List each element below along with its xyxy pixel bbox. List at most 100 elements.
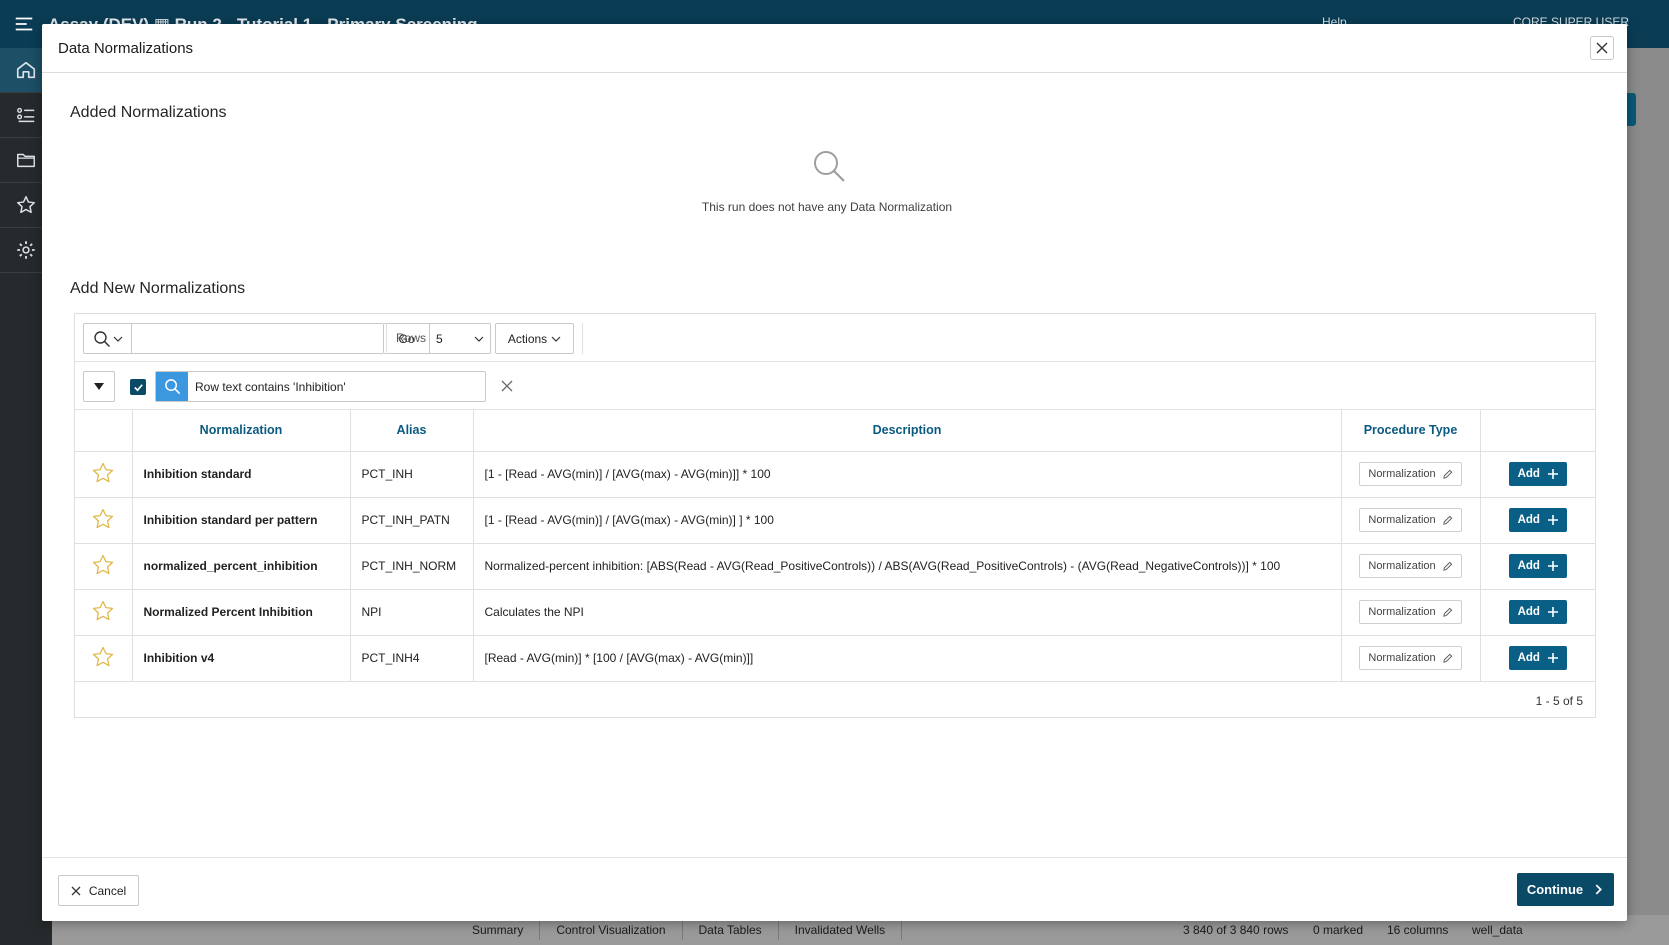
add-normalization-button[interactable]: Add bbox=[1508, 508, 1567, 532]
status-tab-data-tables[interactable]: Data Tables bbox=[683, 920, 779, 940]
normalization-description: Calculates the NPI bbox=[473, 589, 1342, 636]
column-header-description[interactable]: Description bbox=[473, 410, 1342, 452]
home-icon bbox=[16, 61, 36, 79]
filter-chip[interactable]: Row text contains 'Inhibition' bbox=[155, 371, 486, 402]
background-content bbox=[1627, 48, 1669, 918]
pencil-icon bbox=[1442, 469, 1452, 479]
star-icon bbox=[17, 196, 35, 214]
status-tab-control-visualization[interactable]: Control Visualization bbox=[540, 920, 683, 940]
cancel-button[interactable]: Cancel bbox=[58, 875, 139, 906]
normalization-description: [1 - [Read - AVG(min)] / [AVG(max) - AVG… bbox=[473, 497, 1342, 544]
procedure-type-cell: Normalization bbox=[1341, 635, 1481, 682]
collapse-filters-button[interactable] bbox=[83, 371, 115, 402]
add-normalization-button[interactable]: Add bbox=[1508, 462, 1567, 486]
status-tab-summary[interactable]: Summary bbox=[456, 920, 541, 940]
gear-icon bbox=[17, 241, 35, 259]
normalization-alias: PCT_INH_PATN bbox=[350, 497, 474, 544]
star-icon bbox=[93, 462, 114, 482]
procedure-type-cell: Normalization bbox=[1341, 543, 1481, 590]
add-label: Add bbox=[1517, 468, 1540, 480]
normalization-alias: PCT_INH_NORM bbox=[350, 543, 474, 590]
chevron-down-icon bbox=[551, 334, 561, 344]
procedure-type-label: Normalization bbox=[1368, 606, 1436, 618]
search-icon bbox=[164, 379, 180, 395]
column-header-procedure-type[interactable]: Procedure Type bbox=[1341, 410, 1481, 452]
dialog-header: Data Normalizations bbox=[42, 24, 1627, 73]
table-header-row: Normalization Alias Description Procedur… bbox=[75, 410, 1595, 452]
table-row: Inhibition standard PCT_INH [1 - [Read - A… bbox=[75, 451, 1595, 498]
procedure-type-button[interactable]: Normalization bbox=[1359, 600, 1462, 624]
pagination-info: 1 - 5 of 5 bbox=[1535, 694, 1583, 708]
add-normalization-button[interactable]: Add bbox=[1508, 646, 1567, 670]
table-row: Normalized Percent Inhibition NPI Calculat… bbox=[75, 589, 1595, 636]
procedure-type-button[interactable]: Normalization bbox=[1359, 462, 1462, 486]
favorite-toggle[interactable] bbox=[75, 543, 133, 590]
filter-bar: Row text contains 'Inhibition' bbox=[75, 362, 1595, 410]
filter-search-icon-box bbox=[156, 372, 188, 401]
procedure-type-button[interactable]: Normalization bbox=[1359, 646, 1462, 670]
normalization-name: Inhibition v4 bbox=[132, 635, 351, 682]
procedure-type-button[interactable]: Normalization bbox=[1359, 554, 1462, 578]
close-icon bbox=[501, 380, 513, 392]
column-header-alias[interactable]: Alias bbox=[350, 410, 474, 452]
dialog-title: Data Normalizations bbox=[58, 40, 194, 57]
status-tab-invalidated-wells[interactable]: Invalidated Wells bbox=[779, 920, 903, 940]
column-header-normalization[interactable]: Normalization bbox=[132, 410, 351, 452]
pencil-icon bbox=[1442, 515, 1452, 525]
actions-label: Actions bbox=[507, 331, 548, 346]
star-icon bbox=[93, 600, 114, 620]
procedure-type-label: Normalization bbox=[1368, 514, 1436, 526]
actions-menu-button[interactable]: Actions bbox=[495, 323, 574, 354]
filter-enabled-checkbox[interactable] bbox=[130, 379, 146, 395]
continue-button[interactable]: Continue bbox=[1517, 873, 1614, 906]
favorite-toggle[interactable] bbox=[75, 497, 133, 544]
folder-icon bbox=[17, 153, 35, 168]
add-cell: Add bbox=[1480, 543, 1595, 590]
plus-icon bbox=[1547, 515, 1558, 525]
normalization-alias: PCT_INH bbox=[350, 451, 474, 498]
list-icon bbox=[17, 107, 35, 123]
chevron-down-icon bbox=[474, 334, 484, 344]
add-normalization-button[interactable]: Add bbox=[1508, 554, 1567, 578]
report-toolbar: Go Rows 5 Actions bbox=[75, 314, 1595, 362]
empty-message: This run does not have any Data Normaliz… bbox=[701, 200, 953, 214]
search-icon bbox=[814, 151, 845, 182]
star-icon bbox=[93, 554, 114, 574]
plus-icon bbox=[1547, 561, 1558, 571]
normalization-name: Normalized Percent Inhibition bbox=[132, 589, 351, 636]
add-cell: Add bbox=[1480, 589, 1595, 636]
data-normalizations-dialog: Data Normalizations Added Normalizations… bbox=[42, 24, 1627, 921]
rows-label: Rows bbox=[396, 331, 427, 345]
table-body: Inhibition standard PCT_INH [1 - [Read - A… bbox=[75, 451, 1595, 682]
added-normalizations-title: Added Normalizations bbox=[70, 104, 227, 121]
add-cell: Add bbox=[1480, 497, 1595, 544]
search-icon bbox=[93, 330, 110, 347]
normalizations-table: Normalization Alias Description Procedur… bbox=[75, 410, 1595, 682]
pencil-icon bbox=[1442, 561, 1452, 571]
checkmark-icon bbox=[133, 383, 143, 391]
favorite-toggle[interactable] bbox=[75, 451, 133, 498]
dialog-close-button[interactable] bbox=[1590, 36, 1614, 60]
add-label: Add bbox=[1517, 514, 1540, 526]
remove-filter-button[interactable] bbox=[499, 378, 515, 394]
plus-icon bbox=[1547, 607, 1558, 617]
menu-button[interactable] bbox=[0, 0, 48, 48]
normalization-description: [Read - AVG(min)] * [100 / [AVG(max) - A… bbox=[473, 635, 1342, 682]
normalization-name: Inhibition standard per pattern bbox=[132, 497, 351, 544]
table-row: normalized_percent_inhibition PCT_INH_NOR… bbox=[75, 543, 1595, 590]
normalization-name: normalized_percent_inhibition bbox=[132, 543, 351, 590]
close-icon bbox=[1596, 42, 1608, 54]
table-row: Inhibition v4 PCT_INH4 [Read - AVG(min)] *… bbox=[75, 635, 1595, 682]
filter-text: Row text contains 'Inhibition' bbox=[195, 379, 346, 394]
add-normalization-button[interactable]: Add bbox=[1508, 600, 1567, 624]
rows-per-page-select[interactable]: 5 bbox=[429, 323, 491, 354]
search-column-dropdown[interactable] bbox=[84, 324, 132, 353]
toolbar-divider bbox=[386, 323, 387, 354]
favorite-toggle[interactable] bbox=[75, 635, 133, 682]
procedure-type-button[interactable]: Normalization bbox=[1359, 508, 1462, 532]
procedure-type-cell: Normalization bbox=[1341, 451, 1481, 498]
search-input[interactable] bbox=[132, 324, 383, 353]
procedure-type-label: Normalization bbox=[1368, 560, 1436, 572]
favorite-toggle[interactable] bbox=[75, 589, 133, 636]
continue-label: Continue bbox=[1526, 882, 1584, 897]
